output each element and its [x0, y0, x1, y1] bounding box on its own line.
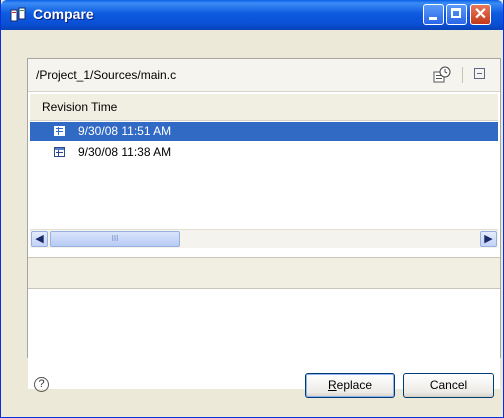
scroll-thumb-grip: III	[111, 234, 119, 243]
history-icon[interactable]	[432, 66, 452, 84]
table-row[interactable]: 9/30/08 11:51 AM	[30, 122, 498, 141]
replace-button[interactable]: Replace	[305, 373, 395, 398]
close-button[interactable]: ✕	[470, 4, 491, 25]
minimize-button[interactable]	[423, 4, 444, 25]
compare-dialog: Compare ✕ /Project_1/Sources/main.c Revi…	[0, 0, 504, 418]
compare-panel: /Project_1/Sources/main.c Revision Time	[27, 58, 501, 389]
replace-label: eplace	[336, 378, 373, 392]
title-bar[interactable]: Compare ✕	[1, 0, 503, 30]
file-path: /Project_1/Sources/main.c	[36, 68, 177, 82]
replace-mnemonic: R	[327, 378, 337, 392]
close-icon: ✕	[473, 6, 488, 23]
minimize-icon	[429, 17, 437, 20]
help-button[interactable]: ?	[34, 377, 49, 392]
revision-icon	[54, 126, 65, 136]
maximize-button[interactable]	[446, 4, 467, 25]
scroll-thumb[interactable]: III	[50, 231, 180, 247]
collapse-all-icon[interactable]	[474, 68, 485, 79]
column-header-label: Revision Time	[42, 100, 118, 114]
revision-icon	[54, 147, 65, 157]
path-bar: /Project_1/Sources/main.c	[28, 59, 500, 92]
compare-app-icon	[10, 7, 26, 22]
maximize-icon	[451, 8, 461, 18]
cancel-button[interactable]: Cancel	[403, 373, 494, 398]
column-header-revision-time[interactable]: Revision Time	[30, 94, 498, 121]
toolbar-separator	[462, 67, 463, 83]
window-title: Compare	[33, 6, 94, 22]
help-icon: ?	[38, 378, 45, 390]
revision-time: 9/30/08 11:38 AM	[78, 145, 172, 159]
chevron-right-icon: ▶	[484, 233, 493, 245]
table-row[interactable]: 9/30/08 11:38 AM	[30, 143, 498, 162]
revision-time: 9/30/08 11:51 AM	[78, 124, 172, 138]
detail-header	[28, 257, 500, 289]
revision-table: Revision Time 9/30/08 11:51 AM 9/30/08 1…	[28, 92, 500, 389]
horizontal-scrollbar[interactable]: ◀ III ▶	[30, 229, 498, 248]
scroll-right-button[interactable]: ▶	[480, 231, 497, 247]
chevron-left-icon: ◀	[35, 233, 44, 245]
scroll-left-button[interactable]: ◀	[31, 231, 48, 247]
